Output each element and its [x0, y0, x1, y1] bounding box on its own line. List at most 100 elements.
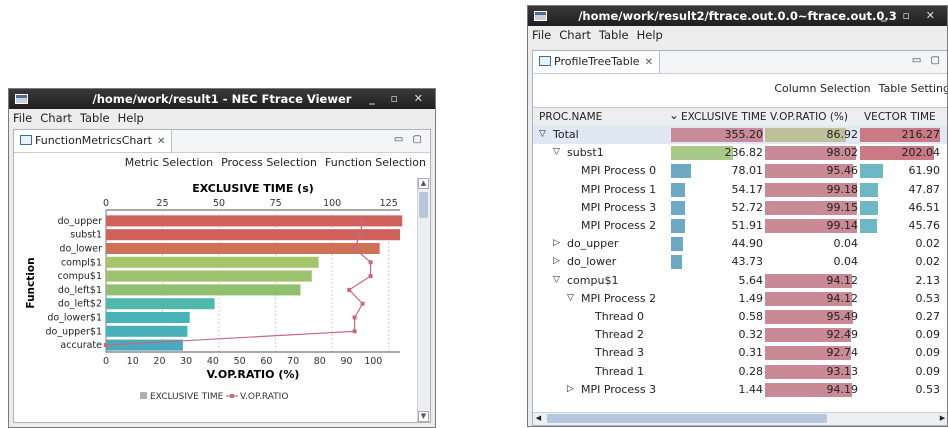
- vector-time-cell: 0.02: [915, 237, 941, 251]
- exclusive-time-bar: [106, 284, 301, 296]
- exclusive-time-cell: 5.64: [738, 273, 764, 287]
- category-label: do_left$2: [58, 299, 102, 310]
- exclusive-time-bar: [106, 256, 319, 268]
- tree-toggle-icon[interactable]: ▽: [553, 275, 560, 285]
- column-header-vector-time[interactable]: VECTOR TIME: [864, 111, 936, 123]
- tab-profile-tree-table[interactable]: ProfileTreeTable ✕: [533, 51, 660, 73]
- vop-ratio-cell: 86.92: [826, 128, 859, 141]
- column-header-proc-name[interactable]: PROC.NAME: [539, 111, 602, 123]
- exclusive-time-bar: [106, 325, 188, 337]
- table-row[interactable]: ▽ MPI Process 2 1.49 94.12 0.53: [533, 290, 947, 308]
- tab-function-metrics-chart[interactable]: FunctionMetricsChart ✕: [14, 130, 173, 152]
- proc-name-cell: Thread 2: [595, 328, 644, 342]
- menu-chart[interactable]: Chart: [36, 109, 76, 125]
- vector-time-cell: 47.87: [908, 182, 941, 196]
- scroll-thumb[interactable]: [547, 414, 827, 423]
- vector-time-cell: 45.76: [908, 219, 941, 232]
- category-label: compl$1: [61, 257, 102, 268]
- vector-time-cell: 0.09: [915, 364, 941, 378]
- legend-marker-vop-ratio: [230, 394, 234, 398]
- menu-chart[interactable]: Chart: [555, 26, 595, 42]
- column-header-vop-ratio[interactable]: V.OP.RATIO (%): [770, 111, 848, 123]
- table-row[interactable]: ▷ MPI Process 3 1.44 94.19 0.53: [533, 381, 947, 399]
- vector-time-cell: 46.51: [908, 200, 941, 214]
- legend-label-exclusive-time: EXCLUSIVE TIME: [150, 392, 224, 402]
- minimize-maximize-icons[interactable]: ▭ ▢: [912, 55, 943, 66]
- function-selection-link[interactable]: Function Selection: [325, 156, 426, 169]
- close-tab-icon[interactable]: ✕: [157, 136, 165, 147]
- process-selection-link[interactable]: Process Selection: [221, 156, 317, 169]
- exclusive-time-cell: 0.32: [738, 328, 764, 342]
- table-row[interactable]: ▽ Total 355.20 86.92 216.27: [533, 126, 947, 144]
- table-row[interactable]: ▽ subst1 236.82 98.02 202.04: [533, 144, 947, 162]
- view-tab-row: ProfileTreeTable ✕ ▭ ▢: [533, 51, 947, 74]
- proc-name-cell: Total: [553, 128, 579, 141]
- scroll-right-arrow[interactable]: ▶: [937, 413, 947, 424]
- chart-view: FunctionMetricsChart ✕ ▭ ▢ Metric Selecti…: [13, 129, 431, 423]
- menu-file[interactable]: File: [9, 109, 36, 125]
- table-setting-link[interactable]: Table Setting: [879, 82, 947, 95]
- exclusive-time-cell: 236.82: [724, 146, 764, 160]
- exclusive-time-cell: 0.58: [738, 310, 764, 323]
- top-tick-label: 0: [103, 198, 109, 209]
- tree-toggle-icon[interactable]: ▽: [567, 293, 574, 303]
- menu-help[interactable]: Help: [114, 109, 148, 125]
- menu-file[interactable]: File: [528, 26, 555, 42]
- category-label: do_upper$1: [45, 326, 102, 337]
- vop-ratio-point: [360, 218, 365, 223]
- vop-ratio-point: [357, 232, 362, 237]
- column-header-exclusive-time[interactable]: EXCLUSIVE TIME: [681, 111, 767, 123]
- window-titlebar[interactable]: /home/work/result1 - NEC Ftrace Viewer _…: [9, 89, 435, 109]
- exclusive-time-cell: 52.72: [731, 200, 764, 214]
- table-row[interactable]: Thread 3 0.31 92.74 0.09: [533, 344, 947, 362]
- tree-toggle-icon[interactable]: ▽: [539, 129, 546, 139]
- column-selection-link[interactable]: Column Selection: [774, 82, 870, 95]
- table-row[interactable]: MPI Process 3 52.72 99.15 46.51: [533, 199, 947, 217]
- category-label: do_lower$1: [47, 313, 102, 324]
- table-header: PROC.NAME ⌄ EXCLUSIVE TIME V.OP.RATIO (%…: [533, 107, 947, 127]
- table-row[interactable]: Thread 1 0.28 93.13 0.09: [533, 363, 947, 381]
- scroll-up-arrow[interactable]: ▲: [418, 178, 429, 189]
- vector-time-cell: 202.04: [901, 146, 941, 160]
- window-controls[interactable]: _ ▫ ✕: [369, 92, 429, 105]
- table-row[interactable]: ▽ compu$1 5.64 94.12 2.13: [533, 272, 947, 290]
- proc-name-cell: compu$1: [567, 273, 619, 287]
- tree-toggle-icon[interactable]: ▽: [553, 147, 560, 157]
- table-row[interactable]: MPI Process 1 54.17 99.18 47.87: [533, 181, 947, 199]
- proc-name-cell: Thread 1: [595, 364, 644, 378]
- vector-time-cell: 216.27: [901, 128, 941, 141]
- table-row[interactable]: MPI Process 0 78.01 95.46 61.90: [533, 162, 947, 180]
- window-controls[interactable]: _ ▫ ✕: [881, 9, 941, 22]
- tree-toggle-icon[interactable]: ▷: [553, 238, 560, 248]
- table-row[interactable]: MPI Process 2 51.91 99.14 45.76: [533, 217, 947, 235]
- table-row[interactable]: ▷ do_lower 43.73 0.04 0.02: [533, 253, 947, 271]
- top-tick-label: 50: [213, 198, 225, 209]
- bottom-tick-label: 100: [364, 356, 382, 367]
- menu-table[interactable]: Table: [595, 26, 633, 42]
- menu-table[interactable]: Table: [76, 109, 114, 125]
- vop-ratio-point: [352, 315, 357, 320]
- top-tick-label: 25: [156, 198, 168, 209]
- exclusive-time-cell: 54.17: [731, 182, 764, 196]
- scroll-left-arrow[interactable]: ◀: [533, 413, 544, 424]
- tree-toggle-icon[interactable]: ▷: [553, 256, 560, 266]
- chart-vertical-scrollbar[interactable]: ▲ ▼: [417, 178, 430, 422]
- window-titlebar[interactable]: /home/work/result2/ftrace.out.0.0~ftrace…: [528, 6, 947, 26]
- scroll-thumb[interactable]: [419, 192, 428, 218]
- close-tab-icon[interactable]: ✕: [645, 57, 653, 68]
- minimize-maximize-icons[interactable]: ▭ ▢: [394, 134, 425, 145]
- vop-ratio-point: [347, 287, 352, 292]
- table-row[interactable]: ▷ do_upper 44.90 0.04 0.02: [533, 235, 947, 253]
- table-row[interactable]: Thread 0 0.58 95.49 0.27: [533, 308, 947, 326]
- proc-name-cell: do_upper: [567, 237, 619, 251]
- table-horizontal-scrollbar[interactable]: ◀ ▶: [533, 412, 947, 425]
- table-row[interactable]: Thread 2 0.32 92.49 0.09: [533, 326, 947, 344]
- menu-help[interactable]: Help: [633, 26, 667, 42]
- scroll-down-arrow[interactable]: ▼: [418, 411, 429, 422]
- bottom-tick-label: 20: [153, 356, 165, 367]
- category-label: compu$1: [58, 271, 102, 282]
- vector-time-cell: 0.27: [915, 310, 941, 323]
- tree-toggle-icon[interactable]: ▷: [567, 384, 574, 394]
- category-label: accurate: [60, 340, 102, 351]
- metric-selection-link[interactable]: Metric Selection: [125, 156, 213, 169]
